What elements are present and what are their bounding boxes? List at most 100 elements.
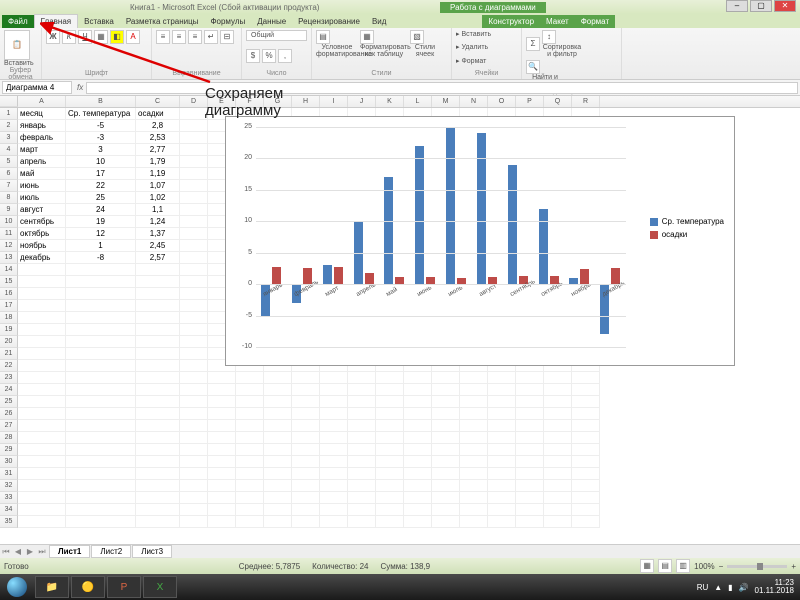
row-header[interactable]: 8 bbox=[0, 192, 18, 204]
cell[interactable]: апрель bbox=[18, 156, 66, 168]
cell[interactable] bbox=[432, 372, 460, 384]
autosum-button[interactable]: Σ bbox=[526, 37, 540, 51]
cell[interactable] bbox=[236, 456, 264, 468]
cell[interactable] bbox=[180, 300, 208, 312]
cell[interactable] bbox=[292, 432, 320, 444]
chart-bar[interactable] bbox=[508, 165, 517, 284]
cell[interactable] bbox=[348, 516, 376, 528]
cell[interactable] bbox=[292, 372, 320, 384]
cell[interactable] bbox=[572, 372, 600, 384]
cell[interactable] bbox=[292, 504, 320, 516]
cell[interactable] bbox=[572, 480, 600, 492]
tray-clock[interactable]: 11:2301.11.2018 bbox=[755, 579, 794, 595]
cell[interactable]: август bbox=[18, 204, 66, 216]
tab-file[interactable]: Файл bbox=[2, 15, 34, 28]
cell[interactable] bbox=[180, 168, 208, 180]
cell[interactable] bbox=[544, 456, 572, 468]
cell[interactable] bbox=[236, 504, 264, 516]
worksheet-area[interactable]: ABCDEFGHIJKLMNOPQR 1месяцСр. температура… bbox=[0, 96, 800, 544]
column-header[interactable]: A bbox=[18, 96, 66, 107]
cell[interactable] bbox=[320, 420, 348, 432]
cell[interactable] bbox=[376, 504, 404, 516]
row-header[interactable]: 5 bbox=[0, 156, 18, 168]
number-format-select[interactable]: Общий bbox=[246, 30, 307, 41]
cell[interactable] bbox=[488, 492, 516, 504]
cell[interactable] bbox=[208, 408, 236, 420]
cell[interactable] bbox=[320, 444, 348, 456]
row-header[interactable]: 2 bbox=[0, 120, 18, 132]
cell[interactable] bbox=[376, 384, 404, 396]
cell[interactable] bbox=[136, 288, 180, 300]
cell[interactable] bbox=[348, 504, 376, 516]
chart-bar[interactable] bbox=[323, 265, 332, 284]
tab-view[interactable]: Вид bbox=[366, 15, 392, 28]
tab-chart-format[interactable]: Формат bbox=[575, 15, 615, 28]
cell[interactable] bbox=[66, 396, 136, 408]
chart-bar[interactable] bbox=[415, 146, 424, 284]
cell[interactable] bbox=[376, 468, 404, 480]
cell[interactable] bbox=[572, 468, 600, 480]
cell[interactable] bbox=[180, 468, 208, 480]
cell[interactable] bbox=[180, 372, 208, 384]
cell[interactable] bbox=[488, 456, 516, 468]
format-as-table-button[interactable]: ▦ bbox=[360, 30, 374, 44]
cell[interactable] bbox=[264, 516, 292, 528]
cell[interactable] bbox=[66, 336, 136, 348]
cell[interactable] bbox=[488, 408, 516, 420]
cell-styles-button[interactable]: ▧ bbox=[410, 30, 424, 44]
start-button[interactable] bbox=[0, 574, 34, 600]
row-header[interactable]: 11 bbox=[0, 228, 18, 240]
cell[interactable] bbox=[180, 312, 208, 324]
cell[interactable] bbox=[236, 408, 264, 420]
cell[interactable] bbox=[66, 360, 136, 372]
cell[interactable] bbox=[348, 432, 376, 444]
cell[interactable] bbox=[264, 504, 292, 516]
cell[interactable] bbox=[180, 132, 208, 144]
cell[interactable] bbox=[180, 252, 208, 264]
cell[interactable]: 1,79 bbox=[136, 156, 180, 168]
cell[interactable] bbox=[136, 468, 180, 480]
column-header[interactable]: R bbox=[572, 96, 600, 107]
cell[interactable] bbox=[460, 420, 488, 432]
cell[interactable] bbox=[404, 432, 432, 444]
row-header[interactable]: 10 bbox=[0, 216, 18, 228]
row-header[interactable]: 24 bbox=[0, 384, 18, 396]
cell[interactable] bbox=[432, 504, 460, 516]
taskbar-excel-icon[interactable]: X bbox=[143, 576, 177, 598]
cell[interactable] bbox=[180, 120, 208, 132]
cell[interactable] bbox=[18, 432, 66, 444]
cell[interactable] bbox=[180, 516, 208, 528]
column-header[interactable]: P bbox=[516, 96, 544, 107]
cell[interactable] bbox=[544, 492, 572, 504]
zoom-out-button[interactable]: − bbox=[719, 562, 724, 571]
cell[interactable]: месяц bbox=[18, 108, 66, 120]
cell[interactable] bbox=[136, 504, 180, 516]
cell[interactable] bbox=[432, 492, 460, 504]
cell[interactable] bbox=[264, 456, 292, 468]
cells-format-button[interactable]: ▸ Формат bbox=[456, 57, 517, 65]
cell[interactable] bbox=[292, 492, 320, 504]
paste-button[interactable]: 📋 bbox=[4, 30, 30, 60]
cell[interactable] bbox=[432, 408, 460, 420]
cell[interactable]: 2,77 bbox=[136, 144, 180, 156]
cell[interactable] bbox=[208, 480, 236, 492]
cells-delete-button[interactable]: ▸ Удалить bbox=[456, 43, 517, 51]
cell[interactable] bbox=[292, 516, 320, 528]
cell[interactable] bbox=[136, 492, 180, 504]
select-all-corner[interactable] bbox=[0, 96, 18, 107]
cell[interactable] bbox=[572, 420, 600, 432]
cell[interactable]: декабрь bbox=[18, 252, 66, 264]
cell[interactable] bbox=[432, 396, 460, 408]
column-header[interactable]: Q bbox=[544, 96, 572, 107]
cell[interactable] bbox=[320, 384, 348, 396]
tray-flag-icon[interactable]: ▲ bbox=[714, 583, 722, 592]
taskbar-powerpoint-icon[interactable]: P bbox=[107, 576, 141, 598]
cell[interactable] bbox=[180, 420, 208, 432]
row-header[interactable]: 12 bbox=[0, 240, 18, 252]
row-header[interactable]: 30 bbox=[0, 456, 18, 468]
cell[interactable] bbox=[18, 360, 66, 372]
cell[interactable] bbox=[544, 384, 572, 396]
cell[interactable] bbox=[376, 396, 404, 408]
cell[interactable] bbox=[572, 384, 600, 396]
cell[interactable] bbox=[432, 384, 460, 396]
